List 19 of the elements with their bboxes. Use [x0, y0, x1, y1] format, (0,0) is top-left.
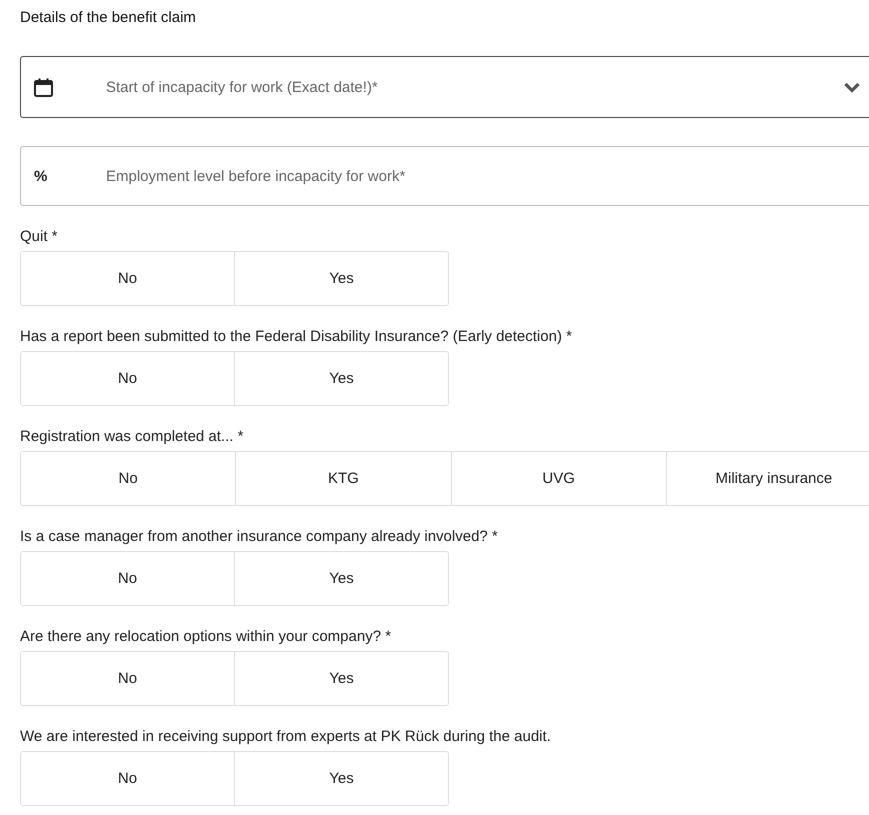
section-title: Details of the benefit claim — [20, 8, 197, 28]
percent-prefix: % — [34, 168, 48, 184]
question-label: Are there any relocation options within your company? * — [20, 627, 392, 647]
question-label: We are interested in receiving support from experts at PK Rück during the audit. — [20, 727, 552, 747]
field-placeholder: Start of incapacity for work (Exact date!)* — [106, 78, 379, 96]
option-button[interactable]: Yes — [234, 752, 448, 805]
option-button[interactable]: Yes — [234, 652, 448, 705]
question-label: Has a report been submitted to the Federal Disability Insurance? (Early detection) * — [20, 327, 573, 347]
date-field[interactable]: Start of incapacity for work (Exact date!)* — [20, 56, 869, 118]
chevron-down-icon[interactable] — [844, 81, 860, 93]
percent-field[interactable]: % Employment level before incapacity for work* — [20, 146, 869, 206]
question-label: Is a case manager from another insurance company already involved? * — [20, 527, 499, 547]
question-label: Registration was completed at... * — [20, 427, 244, 447]
option-button[interactable]: Yes — [234, 352, 448, 405]
option-button[interactable]: Yes — [234, 552, 448, 605]
calendar-icon — [34, 78, 53, 96]
question-label: Quit * — [20, 227, 59, 247]
field-placeholder: Employment level before incapacity for work* — [106, 168, 406, 184]
option-button[interactable]: Yes — [234, 252, 448, 305]
